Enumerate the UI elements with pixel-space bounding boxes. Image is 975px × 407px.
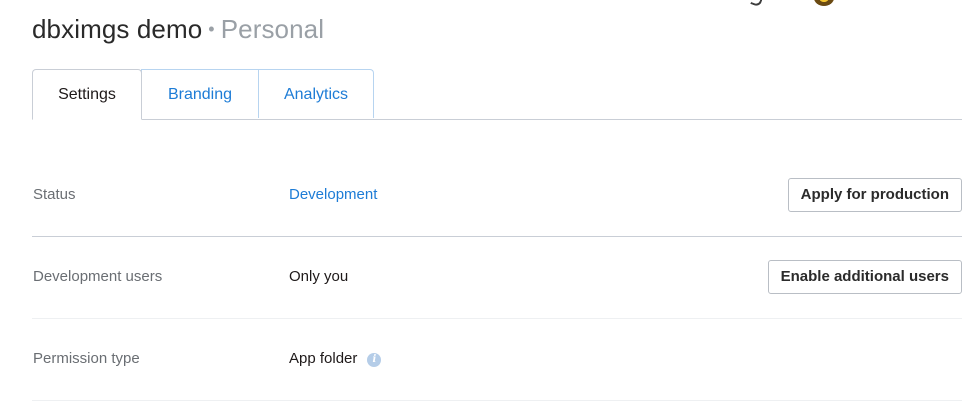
title-separator: • (208, 19, 215, 39)
status-value-link[interactable]: Development (289, 186, 377, 203)
apply-for-production-button[interactable]: Apply for production (787, 178, 962, 212)
enable-additional-users-button[interactable]: Enable additional users (767, 260, 962, 294)
tab-bar: Settings Branding Analytics (32, 69, 962, 120)
tab-branding[interactable]: Branding (141, 69, 259, 118)
development-users-value: Only you (289, 268, 349, 285)
status-row: Status Development Apply for production (32, 155, 962, 237)
account-type: Personal (220, 14, 325, 44)
permission-type-label: Permission type (33, 350, 140, 367)
page-title: dbximgs demo • Personal (32, 14, 324, 45)
tab-settings[interactable]: Settings (32, 69, 142, 120)
status-label: Status (33, 186, 76, 203)
permission-type-value-wrap: App folder i (289, 350, 382, 368)
partial-glyph-icon (750, 0, 764, 8)
permission-type-row: Permission type App folder i (32, 319, 962, 401)
top-nav-strip (740, 0, 860, 8)
tab-analytics[interactable]: Analytics (258, 69, 374, 118)
app-name: dbximgs demo (32, 14, 203, 44)
permission-type-value: App folder (289, 350, 358, 367)
development-users-row: Development users Only you Enable additi… (32, 237, 962, 319)
info-icon[interactable]: i (367, 353, 382, 367)
avatar[interactable] (814, 0, 834, 6)
development-users-label: Development users (33, 268, 163, 285)
